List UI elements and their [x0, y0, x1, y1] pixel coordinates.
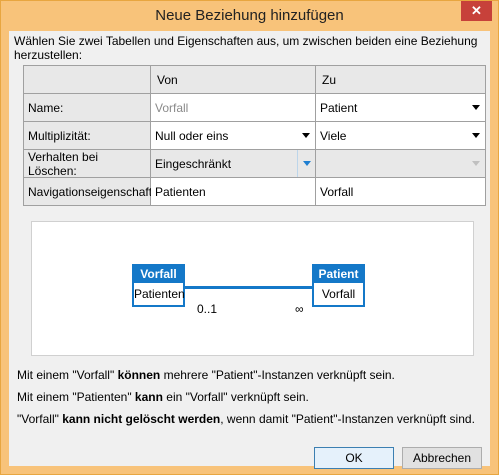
chevron-down-icon: [472, 105, 480, 110]
entity-from-name: Vorfall: [140, 267, 177, 281]
to-multiplicity-label: ∞: [295, 302, 304, 316]
from-delete-behavior-select[interactable]: Eingeschränkt: [151, 150, 316, 178]
to-multiplicity-select[interactable]: Viele: [316, 122, 486, 150]
description-3-text-a: "Vorfall": [17, 412, 63, 426]
from-multiplicity-value: Null oder eins: [155, 128, 229, 143]
relationship-grid: Von Zu Name: Vorfall Patient Multiplizit…: [23, 65, 486, 206]
description-line-2: Mit einem "Patienten" kann ein "Vorfall"…: [17, 390, 309, 404]
title-bar[interactable]: Neue Beziehung hinzufügen ✕: [1, 1, 498, 30]
to-multiplicity-value: Viele: [320, 128, 347, 143]
description-1-text-c: mehrere "Patient"-Instanzen verknüpft se…: [160, 368, 395, 382]
description-3-text-c: , wenn damit "Patient"-Instanzen verknüp…: [220, 412, 475, 426]
cancel-button[interactable]: Abbrechen: [402, 447, 482, 469]
description-line-1: Mit einem "Vorfall" können mehrere "Pati…: [17, 368, 395, 382]
entity-to: Patient Vorfall: [312, 264, 365, 307]
from-navigation-field[interactable]: Patienten: [151, 178, 316, 206]
to-name-select[interactable]: Patient: [316, 94, 486, 122]
grid-row-name: Name: Vorfall Patient: [24, 94, 486, 122]
description-3-text-b: kann nicht gelöscht werden: [62, 412, 221, 426]
description-1-text-a: Mit einem "Vorfall": [17, 368, 118, 382]
grid-header-empty: [24, 66, 151, 94]
column-header-from: Von: [151, 66, 316, 94]
from-multiplicity-select[interactable]: Null oder eins: [151, 122, 316, 150]
description-2-text-a: Mit einem "Patienten": [17, 390, 135, 404]
chevron-down-icon: [302, 133, 310, 138]
row-label-navigation: Navigationseigenschaft:: [24, 178, 155, 206]
dialog-window: Neue Beziehung hinzufügen ✕ Wählen Sie z…: [0, 0, 499, 475]
to-name-value: Patient: [320, 100, 358, 115]
grid-row-navigation: Navigationseigenschaft: Patienten Vorfal…: [24, 178, 486, 206]
relationship-line: [185, 286, 312, 289]
close-button[interactable]: ✕: [461, 1, 492, 21]
entity-to-name: Patient: [318, 267, 359, 281]
chevron-down-icon: [472, 133, 480, 138]
description-2-text-c: ein "Vorfall" verknüpft sein.: [162, 390, 309, 404]
row-label-multiplicity: Multiplizität:: [24, 122, 151, 150]
entity-from-property: Patienten: [134, 283, 185, 305]
from-delete-behavior-value: Eingeschränkt: [155, 156, 232, 171]
grid-header-row: Von Zu: [24, 66, 486, 94]
chevron-down-icon: [303, 161, 311, 166]
column-header-to: Zu: [316, 66, 486, 94]
entity-from: Vorfall Patienten: [132, 264, 185, 307]
window-title: Neue Beziehung hinzufügen: [155, 7, 344, 24]
dropdown-button[interactable]: [297, 150, 315, 177]
grid-row-delete-behavior: Verhalten bei Löschen: Eingeschränkt: [24, 150, 486, 178]
ok-button[interactable]: OK: [314, 447, 394, 469]
row-label-name: Name:: [24, 94, 151, 122]
dialog-client: Wählen Sie zwei Tabellen und Eigenschaft…: [9, 31, 490, 469]
from-multiplicity-label: 0..1: [197, 302, 218, 316]
from-name-field: Vorfall: [151, 94, 316, 122]
description-1-text-b: können: [117, 368, 161, 382]
row-label-delete-behavior: Verhalten bei Löschen:: [24, 150, 151, 178]
grid-row-multiplicity: Multiplizität: Null oder eins Viele: [24, 122, 486, 150]
intro-text: Wählen Sie zwei Tabellen und Eigenschaft…: [14, 34, 478, 62]
to-delete-behavior-select: [316, 150, 486, 178]
chevron-down-icon: [472, 161, 480, 166]
description-line-3: "Vorfall" kann nicht gelöscht werden, we…: [17, 412, 475, 426]
description-2-text-b: kann: [134, 390, 163, 404]
entity-to-property: Vorfall: [314, 283, 363, 305]
to-navigation-field[interactable]: Vorfall: [316, 178, 486, 206]
relationship-diagram: Vorfall Patienten 0..1 ∞ Patient Vorfall: [31, 221, 474, 356]
